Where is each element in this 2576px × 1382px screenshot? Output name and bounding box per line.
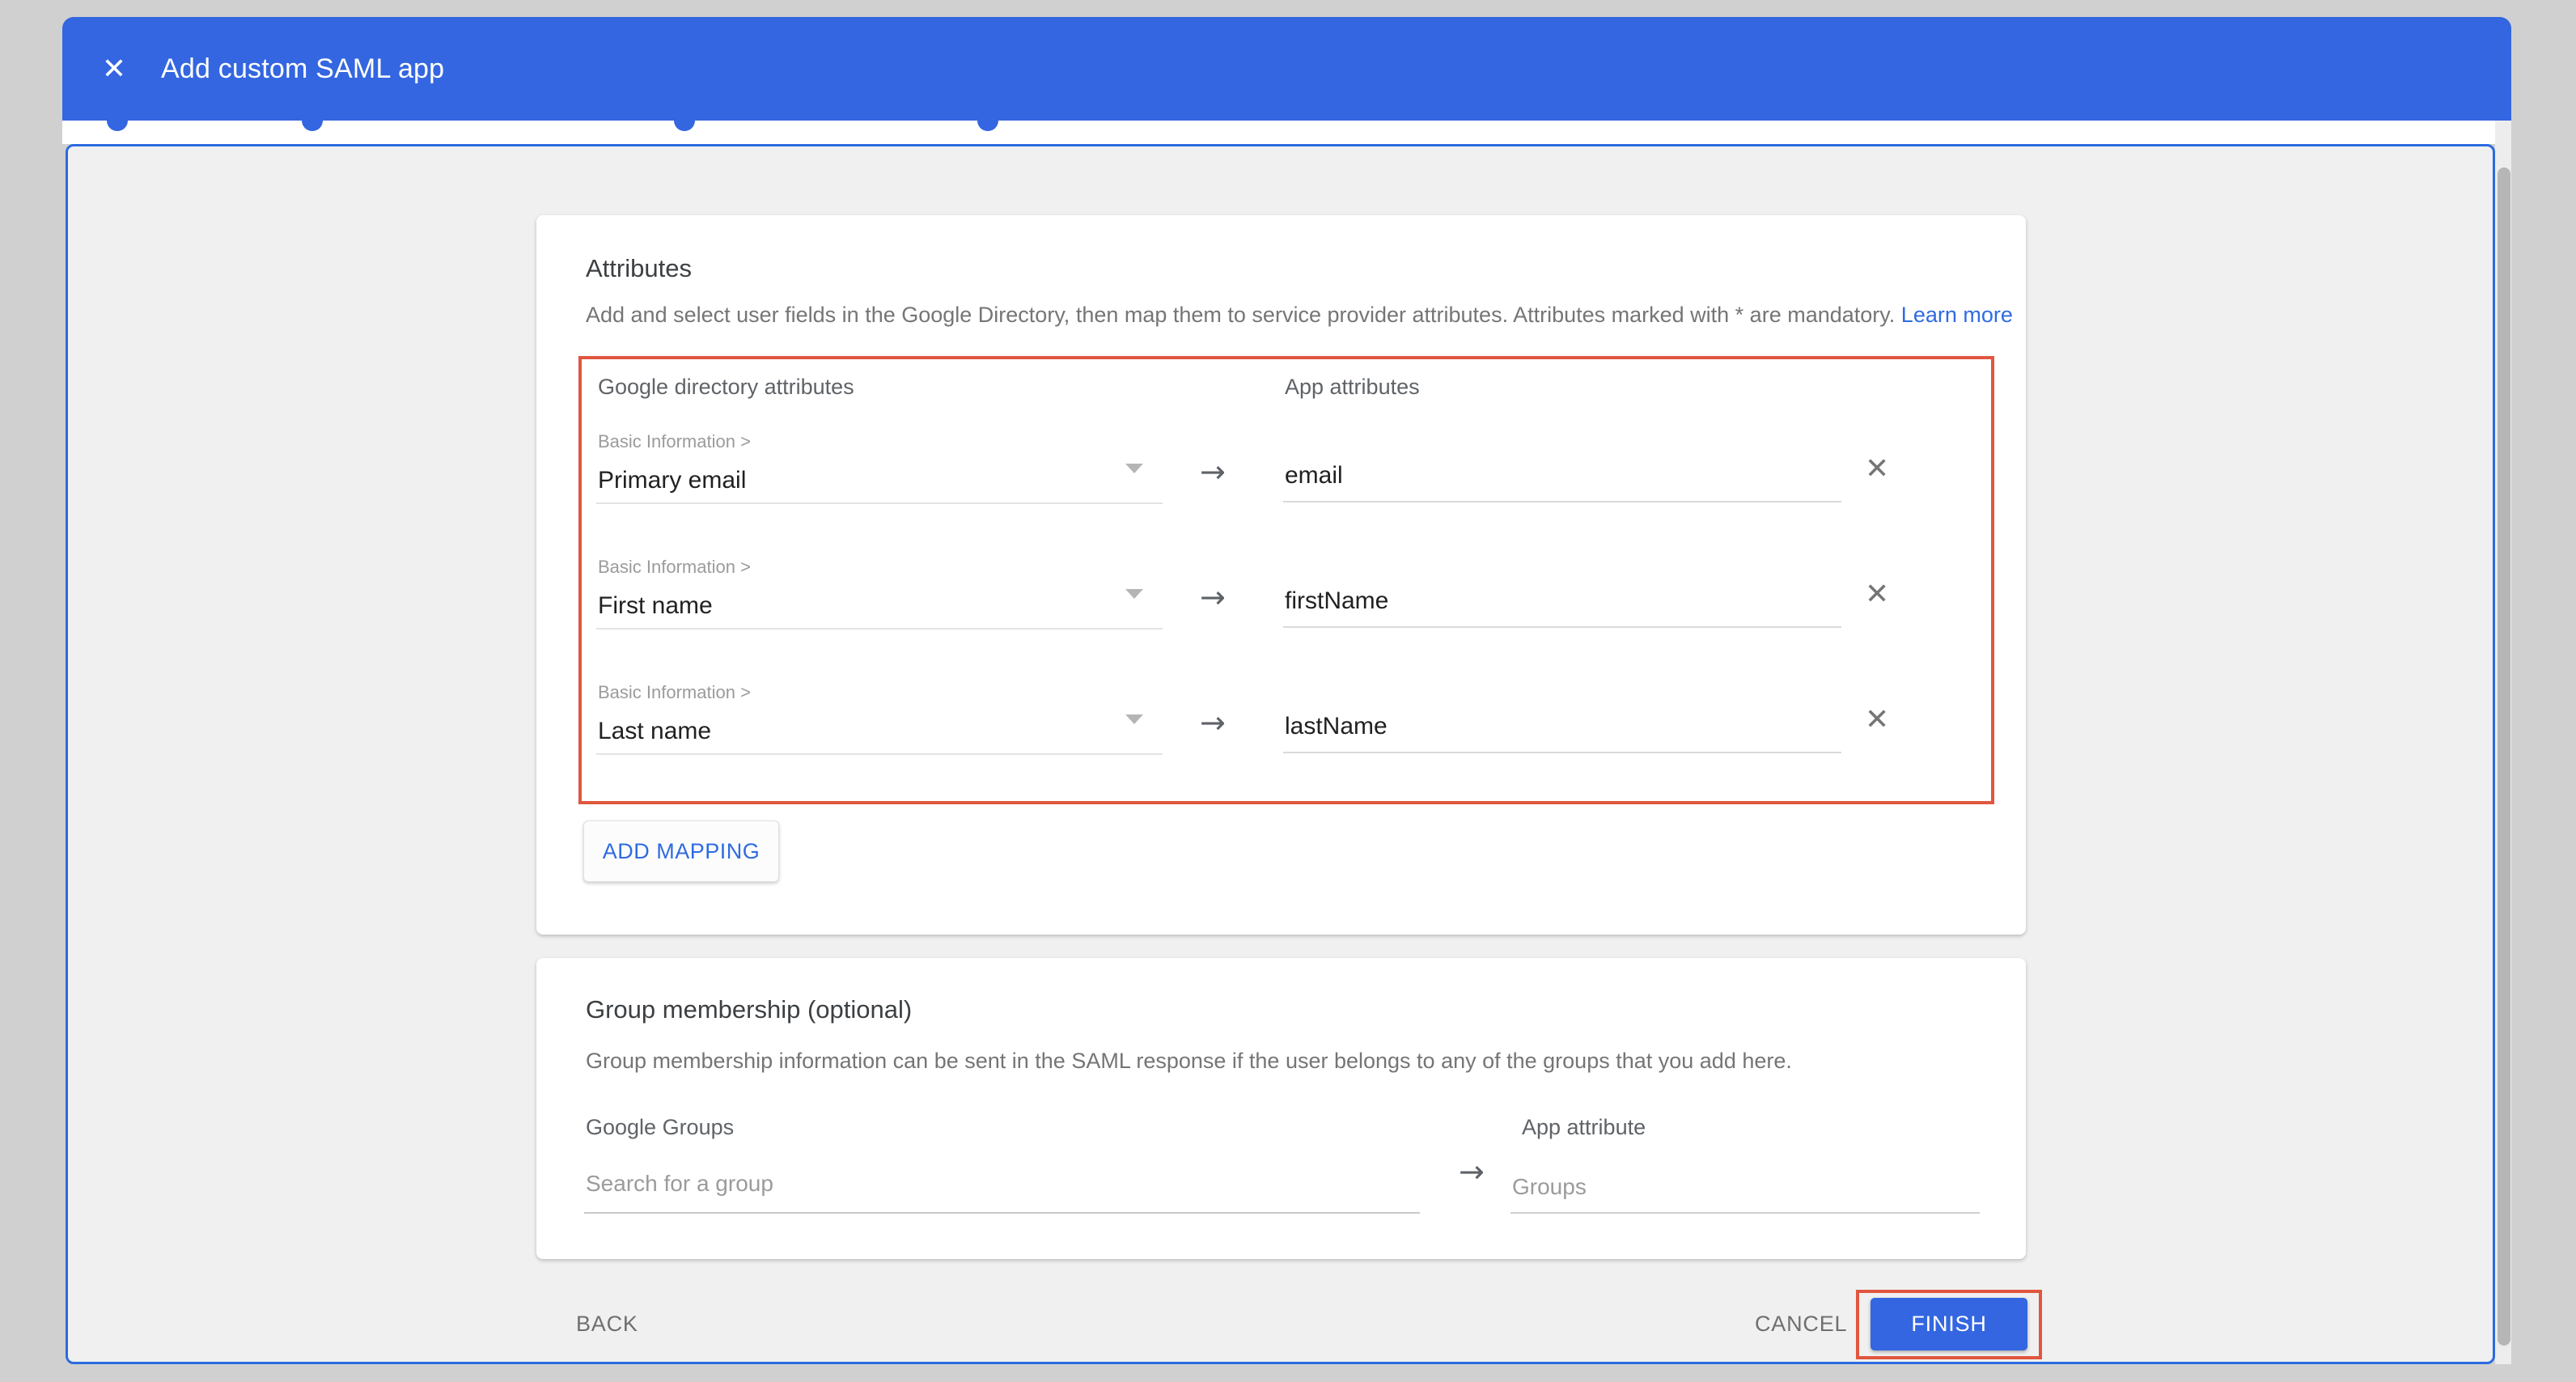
input-underline <box>1283 626 1841 628</box>
stepper-dot <box>302 110 323 131</box>
directory-attribute-category: Basic Information > <box>598 431 751 452</box>
remove-mapping-icon[interactable]: ✕ <box>1865 703 1889 736</box>
directory-attribute-select[interactable]: Last name <box>598 718 711 745</box>
groups-app-attribute-input[interactable] <box>1510 1167 1980 1214</box>
input-underline <box>1283 752 1841 753</box>
remove-mapping-icon[interactable]: ✕ <box>1865 578 1889 611</box>
learn-more-link[interactable]: Learn more <box>1901 303 2013 327</box>
directory-attributes-column-header: Google directory attributes <box>598 375 854 400</box>
scrollbar-thumb[interactable] <box>2498 167 2510 1346</box>
attributes-description: Add and select user fields in the Google… <box>586 303 2013 328</box>
mapping-row: Basic Information > Primary email → emai… <box>536 431 2026 553</box>
back-button[interactable]: BACK <box>576 1312 638 1337</box>
select-underline <box>596 502 1163 504</box>
search-group-input[interactable] <box>584 1160 1420 1214</box>
add-mapping-button[interactable]: ADD MAPPING <box>583 820 779 882</box>
directory-attribute-category: Basic Information > <box>598 682 751 703</box>
group-membership-title: Group membership (optional) <box>586 995 912 1024</box>
mapping-row: Basic Information > First name → firstNa… <box>536 557 2026 678</box>
dialog-title: Add custom SAML app <box>161 53 444 85</box>
stepper-dot <box>107 110 128 131</box>
arrow-right-icon: → <box>1200 579 1226 615</box>
finish-button[interactable]: FINISH <box>1871 1298 2027 1350</box>
app-attributes-column-header: App attributes <box>1285 375 1420 400</box>
google-groups-label: Google Groups <box>586 1115 734 1140</box>
chevron-down-icon[interactable] <box>1125 589 1143 599</box>
app-attribute-input[interactable]: email <box>1285 462 1343 490</box>
app-attribute-input[interactable]: firstName <box>1285 587 1388 615</box>
input-underline <box>1283 501 1841 502</box>
cancel-button[interactable]: CANCEL <box>1755 1312 1847 1337</box>
attributes-title: Attributes <box>586 254 692 283</box>
select-underline <box>596 753 1163 755</box>
dialog-header: ✕ Add custom SAML app <box>62 17 2511 121</box>
content-panel: Attributes Add and select user fields in… <box>66 144 2495 1364</box>
group-membership-card: Group membership (optional) Group member… <box>536 958 2026 1259</box>
mapping-row: Basic Information > Last name → lastName… <box>536 682 2026 803</box>
directory-attribute-select[interactable]: Primary email <box>598 467 746 494</box>
app-attribute-input[interactable]: lastName <box>1285 713 1388 740</box>
arrow-right-icon: → <box>1200 454 1226 490</box>
arrow-right-icon: → <box>1459 1154 1485 1189</box>
header-underlay <box>62 121 2511 144</box>
arrow-right-icon: → <box>1200 705 1226 740</box>
chevron-down-icon[interactable] <box>1125 714 1143 724</box>
group-membership-description: Group membership information can be sent… <box>586 1049 1792 1074</box>
stepper-dot <box>674 110 695 131</box>
stepper-dot <box>977 110 998 131</box>
attributes-card: Attributes Add and select user fields in… <box>536 215 2026 935</box>
directory-attribute-category: Basic Information > <box>598 557 751 578</box>
chevron-down-icon[interactable] <box>1125 464 1143 473</box>
attributes-description-text: Add and select user fields in the Google… <box>586 303 1895 327</box>
close-icon[interactable]: ✕ <box>98 54 130 83</box>
remove-mapping-icon[interactable]: ✕ <box>1865 452 1889 485</box>
directory-attribute-select[interactable]: First name <box>598 592 713 620</box>
app-attribute-label: App attribute <box>1522 1115 1646 1140</box>
select-underline <box>596 628 1163 630</box>
